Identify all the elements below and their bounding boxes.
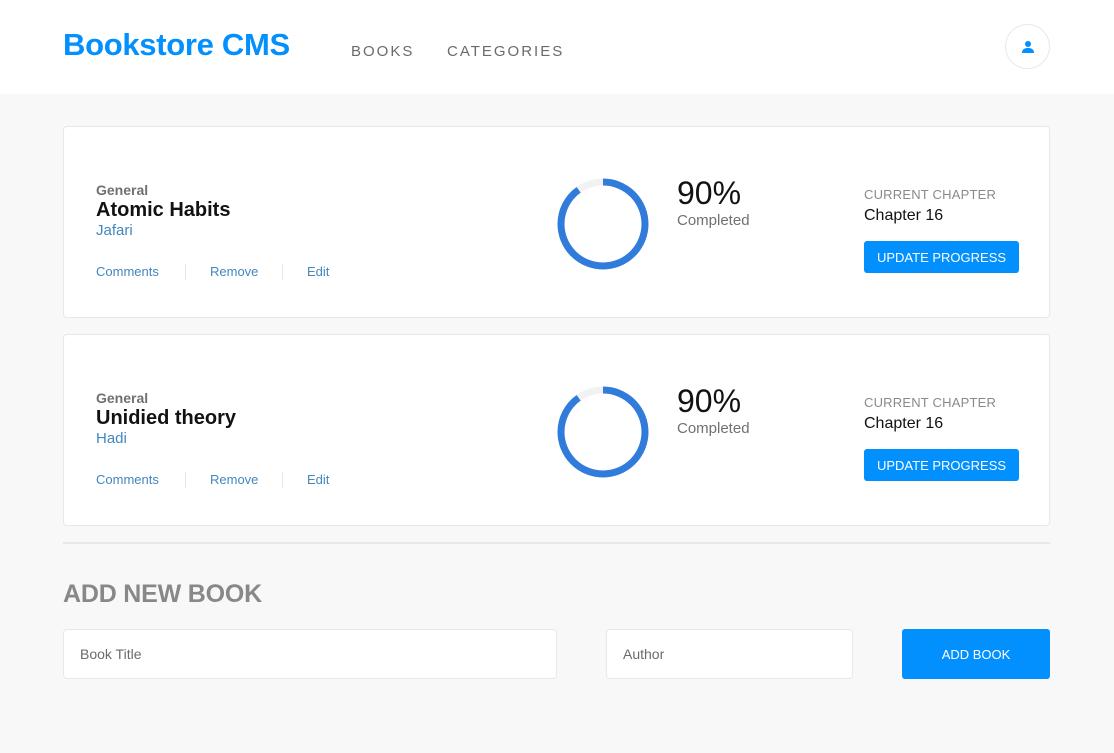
section-divider <box>63 542 1050 544</box>
remove-button[interactable]: Remove <box>210 472 258 487</box>
update-progress-button[interactable]: UPDATE PROGRESS <box>864 449 1019 481</box>
current-chapter-value: Chapter 16 <box>864 415 944 432</box>
progress-label: Completed <box>677 212 750 229</box>
add-book-heading: ADD NEW BOOK <box>63 580 262 608</box>
nav-books[interactable]: BOOKS <box>351 43 414 60</box>
user-icon <box>1022 41 1034 53</box>
action-divider <box>185 472 186 488</box>
book-card: General Atomic Habits Jafari Comments Re… <box>63 126 1050 318</box>
nav-categories[interactable]: CATEGORIES <box>447 43 564 60</box>
author-input[interactable] <box>606 629 853 679</box>
book-title-input[interactable] <box>63 629 557 679</box>
action-divider <box>185 264 186 280</box>
book-card: General Unidied theory Hadi Comments Rem… <box>63 334 1050 526</box>
action-divider <box>282 472 283 488</box>
comments-button[interactable]: Comments <box>96 472 159 487</box>
progress-ring <box>557 386 649 478</box>
progress-ring <box>557 178 649 270</box>
user-button[interactable] <box>1005 24 1050 69</box>
comments-button[interactable]: Comments <box>96 264 159 279</box>
action-divider <box>282 264 283 280</box>
current-chapter-value: Chapter 16 <box>864 207 944 224</box>
current-chapter-label: CURRENT CHAPTER <box>864 395 997 410</box>
header: Bookstore CMS BOOKS CATEGORIES <box>0 0 1114 94</box>
book-title: Unidied theory <box>96 407 237 429</box>
progress-percent: 90% <box>677 383 742 419</box>
book-author[interactable]: Hadi <box>96 430 127 447</box>
progress-percent: 90% <box>677 175 742 211</box>
add-book-button[interactable]: ADD BOOK <box>902 629 1050 679</box>
book-genre: General <box>96 182 149 198</box>
remove-button[interactable]: Remove <box>210 264 258 279</box>
book-author[interactable]: Jafari <box>96 222 133 239</box>
update-progress-button[interactable]: UPDATE PROGRESS <box>864 241 1019 273</box>
book-genre: General <box>96 390 149 406</box>
book-title: Atomic Habits <box>96 199 231 221</box>
current-chapter-label: CURRENT CHAPTER <box>864 187 997 202</box>
edit-button[interactable]: Edit <box>307 264 329 279</box>
edit-button[interactable]: Edit <box>307 472 329 487</box>
brand-logo[interactable]: Bookstore CMS <box>63 27 290 63</box>
progress-label: Completed <box>677 420 750 437</box>
